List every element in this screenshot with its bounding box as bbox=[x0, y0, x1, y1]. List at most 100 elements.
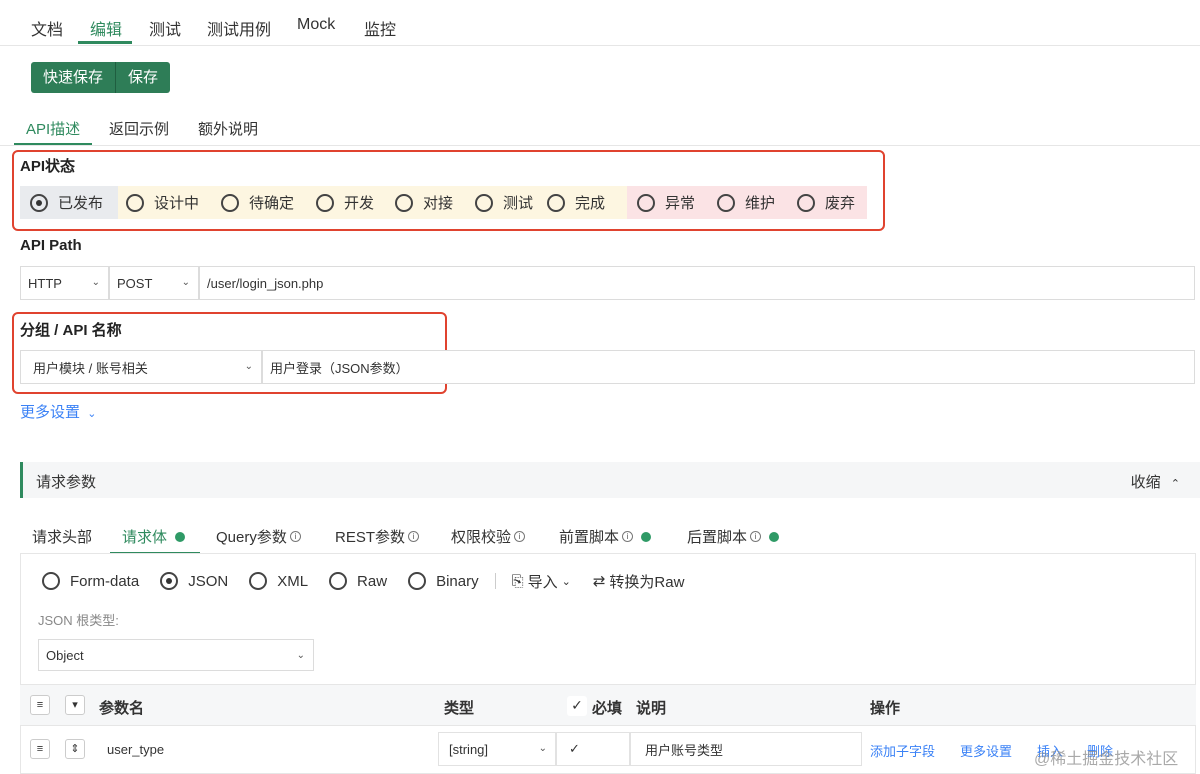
radio-icon bbox=[637, 193, 655, 212]
status-option-pending[interactable]: 待确定 bbox=[213, 186, 308, 219]
api-path-input[interactable]: /user/login_json.php bbox=[199, 266, 1195, 300]
row-menu-icon[interactable]: ≡ bbox=[30, 739, 50, 759]
body-type-label: XML bbox=[277, 572, 309, 590]
more-settings-link[interactable]: 更多设置 ⌄ bbox=[20, 401, 96, 422]
api-name-input[interactable]: 用户登录（JSON参数） bbox=[262, 350, 1195, 384]
param-type-select[interactable]: [string] ⌄ bbox=[438, 732, 556, 766]
tab-test[interactable]: 测试 bbox=[149, 16, 181, 40]
api-name-value: 用户登录（JSON参数） bbox=[270, 360, 409, 376]
status-option-maintenance[interactable]: 维护 bbox=[709, 186, 789, 219]
col-type: 类型 bbox=[444, 700, 475, 717]
row-more-settings-link[interactable]: 更多设置 bbox=[960, 741, 1012, 760]
param-description-input[interactable]: 用户账号类型 bbox=[630, 732, 862, 766]
tab-monitor[interactable]: 监控 bbox=[364, 16, 396, 40]
required-checkbox[interactable]: ✓ bbox=[556, 732, 630, 766]
radio-icon bbox=[408, 572, 427, 590]
chevron-down-icon: ⌄ bbox=[296, 650, 305, 661]
api-status-options: 已发布 设计中 待确定 开发 对接 测试 完成 异常 维护 废弃 bbox=[20, 186, 867, 219]
tab-api-description[interactable]: API描述 bbox=[26, 118, 80, 139]
status-option-published[interactable]: 已发布 bbox=[20, 186, 118, 219]
group-select[interactable]: 用户模块 / 账号相关 ⌄ bbox=[20, 350, 262, 384]
request-params-title: 请求参数 bbox=[36, 474, 97, 491]
tab-pre-script[interactable]: 前置脚本 i bbox=[559, 526, 652, 547]
divider bbox=[494, 573, 496, 589]
status-option-designing[interactable]: 设计中 bbox=[118, 186, 213, 219]
method-value: POST bbox=[117, 275, 153, 291]
body-type-json[interactable]: JSON bbox=[160, 572, 228, 590]
info-icon: i bbox=[408, 531, 420, 542]
body-type-form-data[interactable]: Form-data bbox=[42, 572, 139, 590]
convert-to-raw-button[interactable]: ⇄ 转换为Raw bbox=[593, 571, 685, 592]
chevron-down-icon: ⌄ bbox=[181, 277, 190, 288]
body-type-label: JSON bbox=[188, 572, 229, 590]
body-type-raw[interactable]: Raw bbox=[329, 572, 387, 590]
tab-auth[interactable]: 权限校验 i bbox=[451, 526, 526, 547]
param-name-value: user_type bbox=[107, 741, 165, 757]
row-sort-icon[interactable]: ⇕ bbox=[65, 739, 85, 759]
body-type-options: Form-data JSON XML Raw Binary ⎘ 导入 ⌄ ⇄ 转换为R… bbox=[42, 571, 684, 591]
status-option-integrating[interactable]: 对接 bbox=[387, 186, 467, 219]
json-root-label: JSON 根类型: bbox=[38, 613, 119, 628]
status-label: 对接 bbox=[423, 195, 454, 212]
radio-icon bbox=[717, 193, 735, 212]
tab-request-headers[interactable]: 请求头部 bbox=[32, 526, 92, 547]
tab-query-params[interactable]: Query参数 i bbox=[216, 526, 301, 547]
status-label: 完成 bbox=[575, 195, 606, 212]
tab-label: 权限校验 bbox=[451, 529, 512, 546]
tab-test-cases[interactable]: 测试用例 bbox=[207, 16, 271, 40]
radio-icon bbox=[126, 193, 144, 212]
body-type-binary[interactable]: Binary bbox=[408, 572, 479, 590]
status-option-testing[interactable]: 测试 bbox=[467, 186, 539, 219]
menu-icon[interactable]: ≡ bbox=[30, 695, 50, 715]
chevron-down-icon: ⌄ bbox=[91, 277, 100, 288]
status-option-deprecated[interactable]: 废弃 bbox=[789, 186, 867, 219]
request-params-header[interactable]: 请求参数 收缩 ⌃ bbox=[20, 462, 1200, 498]
tab-request-body[interactable]: 请求体 bbox=[122, 526, 186, 547]
status-label: 维护 bbox=[745, 195, 776, 212]
collapse-toggle[interactable]: 收缩 ⌃ bbox=[1131, 471, 1180, 492]
import-button[interactable]: ⎘ 导入 ⌄ bbox=[512, 571, 571, 592]
protocol-select[interactable]: HTTP ⌄ bbox=[20, 266, 109, 300]
radio-icon bbox=[475, 193, 493, 212]
status-option-developing[interactable]: 开发 bbox=[308, 186, 387, 219]
chevron-down-icon: ⌄ bbox=[244, 361, 253, 372]
status-label: 开发 bbox=[344, 195, 375, 212]
tab-label: 请求体 bbox=[122, 529, 168, 546]
info-icon: i bbox=[514, 531, 526, 542]
chevron-up-icon: ⌃ bbox=[1170, 478, 1180, 490]
status-option-abnormal[interactable]: 异常 bbox=[627, 186, 709, 219]
json-root-select[interactable]: Object ⌄ bbox=[38, 639, 314, 671]
chevron-down-icon: ⌄ bbox=[561, 575, 571, 588]
status-dot-icon bbox=[175, 531, 186, 542]
quick-save-button[interactable]: 快速保存 bbox=[31, 62, 116, 93]
param-description-value: 用户账号类型 bbox=[645, 742, 724, 758]
radio-icon bbox=[547, 193, 565, 212]
body-type-xml[interactable]: XML bbox=[249, 572, 308, 590]
method-select[interactable]: POST ⌄ bbox=[109, 266, 199, 300]
tab-rest-params[interactable]: REST参数 i bbox=[335, 526, 420, 547]
tab-response-example[interactable]: 返回示例 bbox=[109, 118, 169, 139]
active-tab-indicator bbox=[78, 41, 132, 44]
radio-icon bbox=[316, 193, 334, 212]
tab-edit[interactable]: 编辑 bbox=[90, 16, 122, 40]
tab-extra-notes[interactable]: 额外说明 bbox=[198, 118, 258, 139]
tab-label: Query参数 bbox=[216, 529, 287, 546]
expand-all-icon[interactable]: ▾ bbox=[65, 695, 85, 715]
add-child-field-link[interactable]: 添加子字段 bbox=[870, 741, 935, 760]
save-button[interactable]: 保存 bbox=[115, 62, 171, 93]
protocol-value: HTTP bbox=[28, 275, 62, 291]
status-option-completed[interactable]: 完成 bbox=[539, 186, 627, 219]
tab-docs[interactable]: 文档 bbox=[31, 16, 63, 40]
tab-label: 请求头部 bbox=[32, 529, 93, 546]
required-all-checkbox[interactable]: ✓ bbox=[567, 696, 587, 716]
info-icon: i bbox=[622, 531, 634, 542]
status-label: 废弃 bbox=[825, 195, 856, 212]
api-status-title: API状态 bbox=[20, 158, 76, 175]
tab-post-script[interactable]: 后置脚本 i bbox=[687, 526, 780, 547]
status-label: 测试 bbox=[503, 195, 534, 212]
tab-mock[interactable]: Mock bbox=[297, 16, 335, 34]
param-name-input[interactable]: user_type bbox=[96, 732, 438, 766]
radio-icon bbox=[395, 193, 413, 212]
status-label: 异常 bbox=[665, 195, 696, 212]
group-name-title: 分组 / API 名称 bbox=[20, 322, 122, 339]
